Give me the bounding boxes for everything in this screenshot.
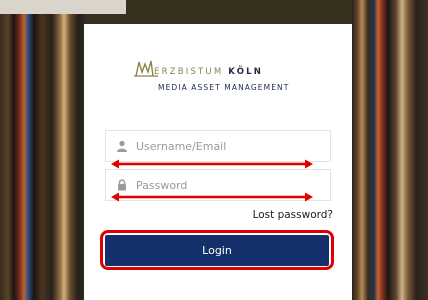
logo-brand-suffix: KÖLN (228, 67, 264, 77)
logo-text: ERZBISTUM KÖLN (154, 67, 263, 77)
lock-icon (118, 179, 126, 191)
username-input[interactable] (136, 131, 326, 161)
background-right (352, 0, 428, 300)
top-strip (0, 0, 126, 14)
annotation-arrow-password (111, 192, 313, 202)
username-field[interactable] (105, 130, 331, 162)
logo-brand-prefix: ERZBISTUM (154, 67, 224, 77)
lost-password-link[interactable]: Lost password? (253, 209, 333, 221)
user-icon (117, 140, 127, 152)
annotation-arrow-username (111, 159, 313, 169)
login-card: ERZBISTUM KÖLN MEDIA ASSET MANAGEMENT Lo… (84, 24, 352, 300)
login-button[interactable]: Login (105, 235, 329, 266)
logo: ERZBISTUM KÖLN MEDIA ASSET MANAGEMENT (134, 60, 314, 100)
logo-subtitle: MEDIA ASSET MANAGEMENT (158, 83, 290, 92)
